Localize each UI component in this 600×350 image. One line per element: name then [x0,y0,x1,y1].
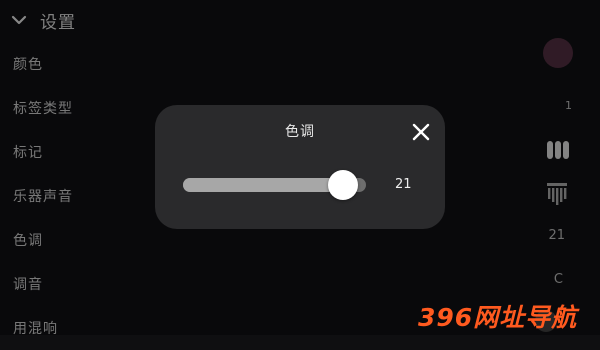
close-icon[interactable] [410,121,432,143]
slider-fill [183,178,344,192]
tone-dialog: 色调 21 [155,105,445,229]
slider-value: 21 [395,177,412,192]
watermark-text: 396网址导航 [418,303,578,332]
slider-thumb[interactable] [328,170,359,200]
dialog-title: 色调 [285,124,315,140]
